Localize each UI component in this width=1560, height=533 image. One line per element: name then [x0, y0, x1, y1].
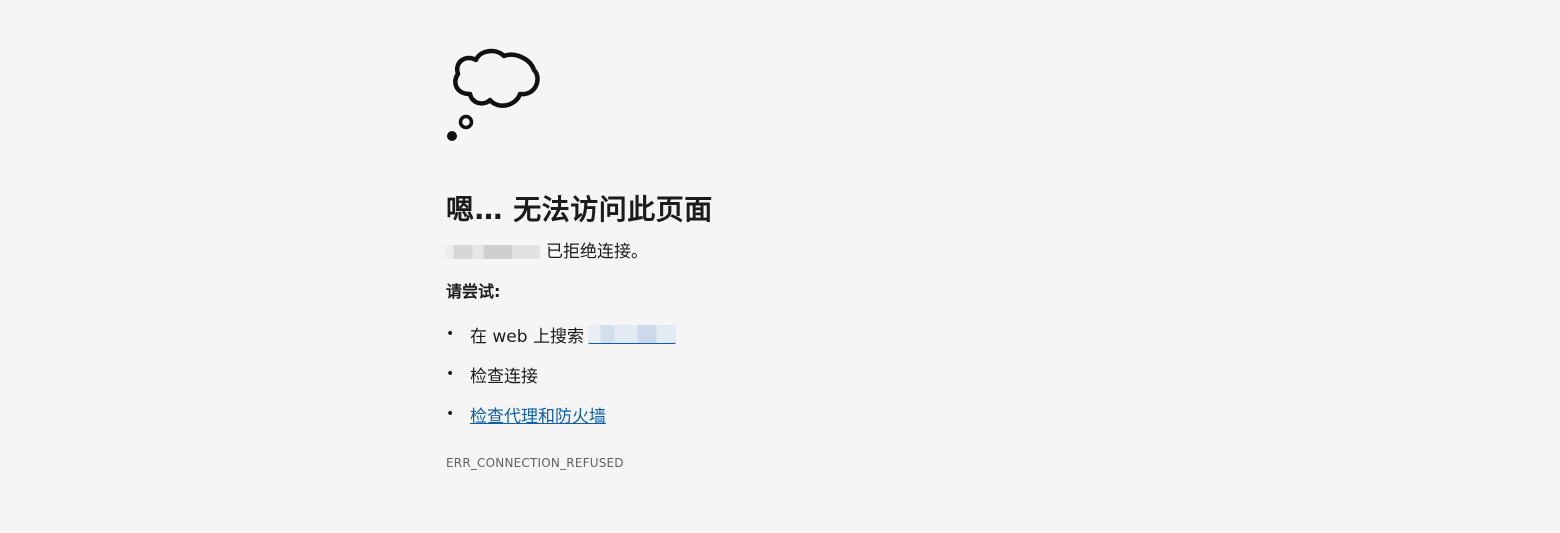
suggestion-check-proxy: • 检查代理和防火墙: [446, 394, 1146, 434]
error-page: 嗯… 无法访问此页面 已拒绝连接。 请尝试: • 在 web 上搜索 • 检查连…: [0, 0, 1560, 533]
check-proxy-firewall-link[interactable]: 检查代理和防火墙: [470, 402, 606, 427]
suggestion-search-web: • 在 web 上搜索: [446, 314, 1146, 354]
suggestion-list: • 在 web 上搜索 • 检查连接 • 检查代理和防火墙: [446, 314, 1146, 434]
bullet: •: [446, 406, 455, 422]
suggestion-label: 检查连接: [470, 366, 538, 387]
error-code: ERR_CONNECTION_REFUSED: [446, 456, 624, 470]
refused-text: 已拒绝连接。: [546, 242, 648, 262]
search-term-link[interactable]: [587, 324, 676, 344]
bullet: •: [446, 326, 455, 342]
bullet: •: [446, 366, 455, 382]
suggestion-label: 在 web 上搜索: [470, 326, 584, 347]
try-label: 请尝试:: [446, 282, 501, 301]
error-description: 已拒绝连接。: [446, 240, 1146, 264]
redacted-hostname: [446, 245, 540, 259]
thought-cloud-icon: [447, 48, 540, 141]
suggestion-check-connection: • 检查连接: [446, 354, 1146, 394]
page-title: 嗯… 无法访问此页面: [446, 193, 713, 226]
error-content: 嗯… 无法访问此页面 已拒绝连接。 请尝试: • 在 web 上搜索 • 检查连…: [446, 48, 1146, 470]
